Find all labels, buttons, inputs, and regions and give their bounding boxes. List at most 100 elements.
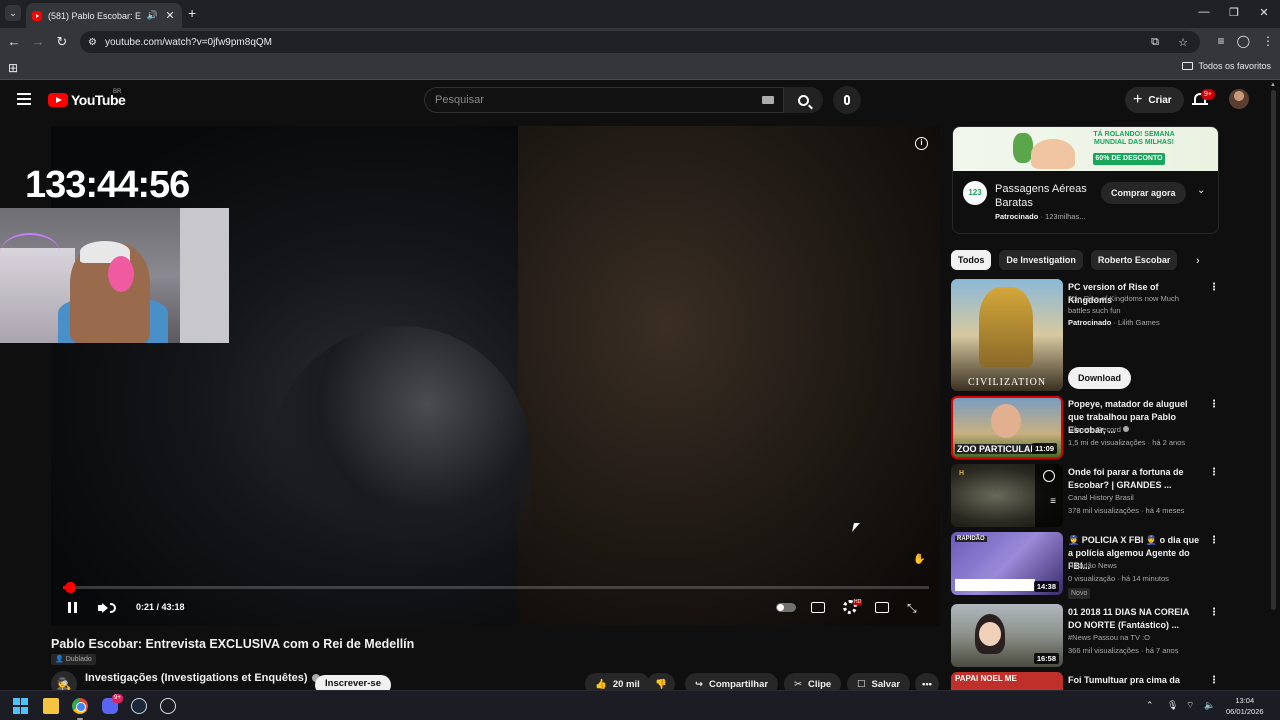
chip-investigation[interactable]: De Investigation — [999, 250, 1083, 270]
restore-button[interactable]: ❐ — [1224, 6, 1244, 19]
search-input[interactable] — [435, 88, 735, 112]
chip-roberto-escobar[interactable]: Roberto Escobar — [1090, 250, 1178, 270]
bookmarks-bar: ⊞ Todos os favoritos — [0, 56, 1280, 80]
tray-overflow-icon[interactable]: ⌃ — [1146, 700, 1154, 711]
reload-icon[interactable]: ↻ — [54, 34, 70, 50]
search-button[interactable] — [783, 87, 823, 113]
channel-name[interactable]: Câmera Record — [1068, 425, 1121, 434]
add-to-queue-icon[interactable]: ≡ — [1050, 496, 1056, 507]
more-options-icon[interactable]: ⋮ — [1209, 675, 1219, 686]
chevron-down-icon[interactable]: ⌄ — [1197, 185, 1205, 196]
app-icon[interactable] — [160, 698, 176, 714]
forward-icon[interactable]: → — [30, 34, 46, 49]
more-options-icon[interactable]: ⋮ — [1209, 467, 1219, 478]
video-title[interactable]: Onde foi parar a fortuna de Escobar? | G… — [1068, 466, 1202, 492]
clock-date: 06/01/2026 — [1226, 707, 1264, 716]
video-thumbnail[interactable]: PAPAI NOEL ME — [951, 672, 1063, 690]
ad-cta-button[interactable]: Comprar agora — [1101, 182, 1186, 204]
video-title[interactable]: Foi Tumultuar pra cima da — [1068, 674, 1202, 687]
volume-icon[interactable] — [98, 600, 116, 616]
ad-banner-text: TÁ ROLANDO! SEMANA MUNDIAL DAS MILHAS! — [1093, 131, 1175, 146]
windows-start-icon[interactable] — [13, 698, 29, 714]
back-icon[interactable]: ← — [6, 34, 22, 49]
verified-icon — [1123, 426, 1130, 432]
discord-badge: 9+ — [112, 694, 123, 703]
video-thumbnail[interactable]: ZOO PARTICULAR 11:09 — [951, 396, 1063, 459]
gesture-hand-icon: ✋ — [913, 554, 926, 565]
channel-name-link[interactable]: Investigações (Investigations et Enquête… — [85, 672, 320, 684]
close-window-button[interactable]: ✕ — [1254, 6, 1274, 19]
subtitles-icon[interactable] — [811, 602, 825, 613]
menu-icon[interactable] — [17, 93, 31, 105]
page-scrollbar[interactable] — [1271, 90, 1276, 610]
ad-title[interactable]: Passagens Aéreas Baratas — [995, 182, 1100, 210]
tab-close-icon[interactable]: ✕ — [164, 9, 176, 22]
video-title[interactable]: 01 2018 11 DIAS NA COREIA DO NORTE (Fant… — [1068, 606, 1202, 632]
chip-all[interactable]: Todos — [951, 250, 992, 270]
tab-search-button[interactable]: ⌄ — [5, 5, 21, 21]
theater-mode-icon[interactable] — [875, 602, 889, 613]
more-options-icon[interactable]: ⋮ — [1209, 282, 1219, 293]
video-thumbnail[interactable]: H ≡ — [951, 464, 1063, 527]
bookmark-star-icon[interactable]: ☆ — [1176, 36, 1190, 49]
all-bookmarks-folder[interactable]: Todos os favoritos — [1182, 61, 1271, 71]
channel-row: 🕵 Investigações (Investigations et Enquê… — [51, 670, 940, 697]
video-thumbnail[interactable]: CIVILIZATION — [951, 279, 1063, 391]
scroll-up-icon[interactable]: ▲ — [1270, 82, 1276, 88]
channel-name[interactable]: Canal History Brasil — [1068, 492, 1134, 504]
video-meta: 366 mil visualizações · há 7 anos — [1068, 646, 1179, 655]
channel-name[interactable]: Rapidão News — [1068, 560, 1117, 572]
channel-name[interactable]: #News Passou na TV :O — [1068, 632, 1150, 644]
progress-handle[interactable] — [65, 582, 76, 593]
site-info-icon[interactable]: ⚙ — [88, 37, 97, 48]
info-icon[interactable]: i — [915, 137, 928, 150]
save-label: Salvar — [871, 678, 901, 690]
profile-icon[interactable]: ◯ — [1237, 34, 1250, 48]
recommendation-item[interactable]: RAPIDÃO 14:38 👮 POLICIA X FBI 👮 o dia qu… — [951, 532, 1221, 599]
ad-banner[interactable]: TÁ ROLANDO! SEMANA MUNDIAL DAS MILHAS! 6… — [953, 127, 1218, 171]
tab-audio-icon[interactable]: 🔊 — [147, 10, 158, 21]
media-controls-icon[interactable]: ≡ — [1218, 34, 1225, 48]
more-options-icon[interactable]: ⋮ — [1209, 399, 1219, 410]
microphone-tray-icon[interactable]: 🎙 — [1167, 700, 1178, 711]
recommendation-item[interactable]: ZOO PARTICULAR 11:09 Popeye, matador de … — [951, 396, 1221, 459]
voice-search-button[interactable] — [833, 86, 861, 114]
recommendation-item[interactable]: PAPAI NOEL ME Foi Tumultuar pra cima da … — [951, 672, 1221, 690]
keyboard-icon[interactable] — [762, 96, 774, 104]
more-options-icon[interactable]: ⋮ — [1209, 535, 1219, 546]
sponsored-ad-card[interactable]: TÁ ROLANDO! SEMANA MUNDIAL DAS MILHAS! 6… — [952, 126, 1219, 234]
youtube-favicon-icon — [32, 10, 42, 21]
volume-tray-icon[interactable]: 🔈 — [1204, 700, 1215, 711]
download-button[interactable]: Download — [1068, 367, 1131, 389]
create-button[interactable]: + Criar — [1125, 87, 1184, 113]
minimize-button[interactable]: — — [1194, 6, 1214, 18]
autoplay-toggle[interactable] — [776, 603, 796, 612]
browser-menu-icon[interactable]: ⋮ — [1262, 34, 1274, 48]
recommendation-item[interactable]: CIVILIZATION PC version of Rise of Kingd… — [951, 279, 1221, 391]
recommendation-item[interactable]: H ≡ Onde foi parar a fortuna de Escobar?… — [951, 464, 1221, 527]
create-label: Criar — [1148, 94, 1172, 106]
install-app-icon[interactable]: ⧉ — [1148, 36, 1162, 49]
user-avatar[interactable] — [1229, 89, 1249, 109]
system-clock[interactable]: 13:04 06/01/2026 — [1226, 695, 1264, 717]
chevron-right-icon[interactable]: › — [1196, 255, 1200, 267]
recommendation-item[interactable]: 16:58 01 2018 11 DIAS NA COREIA DO NORTE… — [951, 604, 1221, 667]
apps-grid-icon[interactable]: ⊞ — [8, 61, 18, 75]
file-explorer-icon[interactable] — [43, 698, 59, 714]
progress-bar[interactable] — [63, 582, 929, 593]
video-thumbnail[interactable]: RAPIDÃO 14:38 — [951, 532, 1063, 595]
fullscreen-icon[interactable]: ⤡ — [907, 601, 917, 616]
steam-icon[interactable] — [131, 698, 147, 714]
video-thumbnail[interactable]: 16:58 — [951, 604, 1063, 667]
browser-tab-active[interactable]: (581) Pablo Escobar: Entrev 🔊 ✕ — [26, 3, 182, 28]
chrome-icon[interactable] — [72, 698, 88, 714]
more-options-icon[interactable]: ⋮ — [1209, 607, 1219, 618]
network-icon[interactable]: ⌔ — [1186, 700, 1194, 711]
watch-later-icon[interactable] — [1043, 470, 1055, 482]
new-tab-button[interactable]: + — [188, 5, 196, 21]
headphones — [108, 256, 134, 292]
search-box — [424, 87, 823, 113]
address-bar[interactable]: ⚙ youtube.com/watch?v=0jfw9pm8qQM ⧉ ☆ — [80, 31, 1200, 53]
url-text[interactable]: youtube.com/watch?v=0jfw9pm8qQM — [105, 37, 272, 48]
pause-button[interactable] — [65, 600, 79, 614]
